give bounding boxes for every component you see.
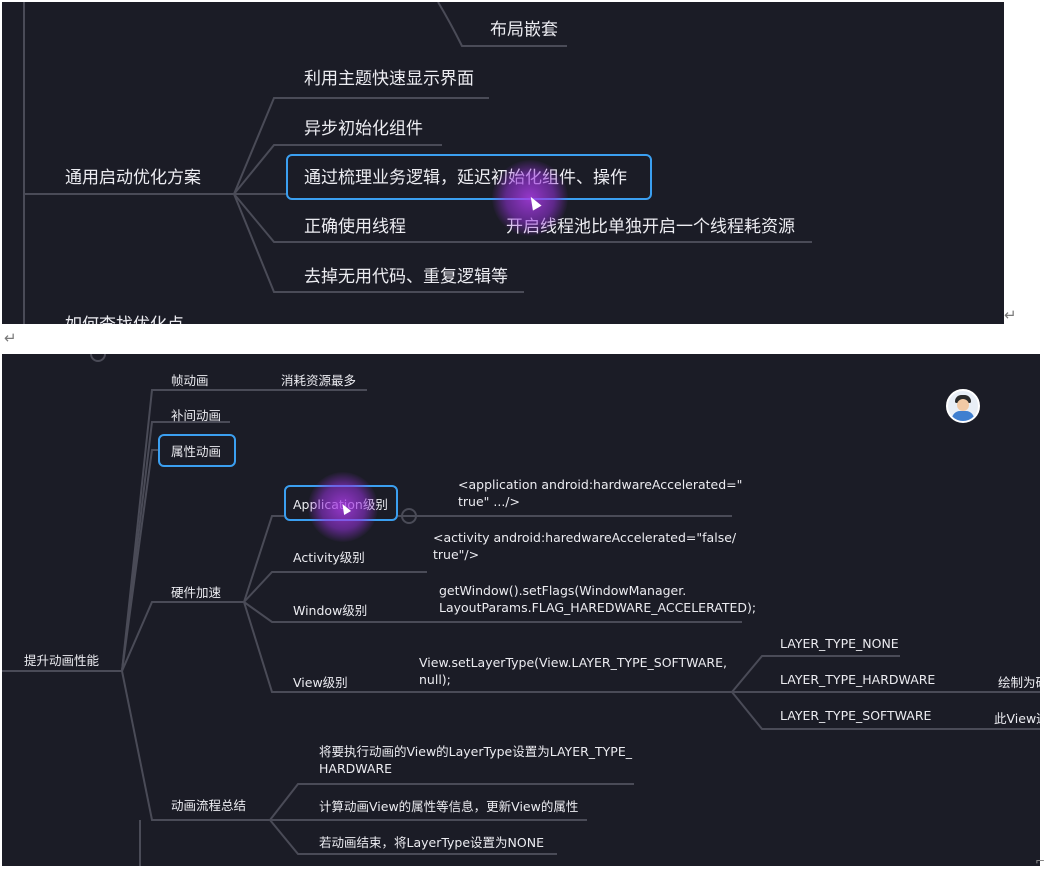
node-window-level[interactable]: Window级别 bbox=[293, 600, 367, 619]
node-theme-fast-display[interactable]: 利用主题快速显示界面 bbox=[304, 64, 474, 89]
node-layer-hardware-note[interactable]: 绘制为硬 bbox=[998, 672, 1040, 691]
node-view-level[interactable]: View级别 bbox=[293, 672, 348, 691]
mindmap-animation-performance: 提升动画性能 帧动画 消耗资源最多 补间动画 属性动画 硬件加速 Applica… bbox=[2, 354, 1040, 866]
node-activity-code[interactable]: <activity android:haredwareAccelerated="… bbox=[433, 529, 736, 563]
resize-grip-icon: ⌐ bbox=[1034, 854, 1045, 868]
node-view-code[interactable]: View.setLayerType(View.LAYER_TYPE_SOFTWA… bbox=[419, 654, 727, 688]
node-frame-anim-note[interactable]: 消耗资源最多 bbox=[281, 370, 356, 389]
mindmap-startup-optimization: 利用主题快速显示界面 布局嵌套 异步初始化组件 通用启动优化方案 通过梳理业务逻… bbox=[2, 2, 1004, 324]
node-flow-3[interactable]: 若动画结束，将LayerType设置为NONE bbox=[319, 832, 544, 851]
node-frame-anim[interactable]: 帧动画 bbox=[171, 370, 209, 389]
node-layer-none[interactable]: LAYER_TYPE_NONE bbox=[780, 636, 899, 651]
node-threads[interactable]: 正确使用线程 bbox=[304, 212, 406, 237]
node-flow-summary[interactable]: 动画流程总结 bbox=[171, 795, 246, 814]
node-remove-dead-code[interactable]: 去掉无用代码、重复逻辑等 bbox=[304, 262, 508, 287]
node-hw-accel[interactable]: 硬件加速 bbox=[171, 582, 221, 601]
node-anim-root[interactable]: 提升动画性能 bbox=[24, 650, 99, 669]
node-property-anim[interactable]: 属性动画 bbox=[171, 441, 221, 460]
node-flow-1[interactable]: 将要执行动画的View的LayerType设置为LAYER_TYPE_ HARD… bbox=[319, 743, 632, 777]
node-layout-nesting[interactable]: 布局嵌套 bbox=[490, 15, 558, 40]
node-layer-hardware[interactable]: LAYER_TYPE_HARDWARE bbox=[780, 672, 935, 687]
node-async-init[interactable]: 异步初始化组件 bbox=[304, 114, 423, 139]
node-tween-anim[interactable]: 补间动画 bbox=[171, 405, 221, 424]
node-delay-init[interactable]: 通过梳理业务逻辑，延迟初始化组件、操作 bbox=[304, 163, 627, 188]
node-layer-software[interactable]: LAYER_TYPE_SOFTWARE bbox=[780, 708, 931, 723]
node-flow-2[interactable]: 计算动画View的属性等信息，更新View的属性 bbox=[319, 796, 578, 815]
avatar-icon[interactable] bbox=[946, 389, 980, 423]
node-window-code[interactable]: getWindow().setFlags(WindowManager. Layo… bbox=[439, 582, 756, 616]
return-mark-icon: ↵ bbox=[4, 329, 17, 347]
node-find-optimization[interactable]: 如何查找优化点 bbox=[65, 310, 184, 324]
node-layer-software-note[interactable]: 此View通 bbox=[994, 708, 1040, 727]
node-app-code[interactable]: <application android:hardwareAccelerated… bbox=[458, 476, 742, 510]
node-startup-root[interactable]: 通用启动优化方案 bbox=[65, 163, 201, 188]
return-mark-icon: ↵ bbox=[1004, 306, 1017, 324]
node-activity-level[interactable]: Activity级别 bbox=[293, 547, 365, 566]
